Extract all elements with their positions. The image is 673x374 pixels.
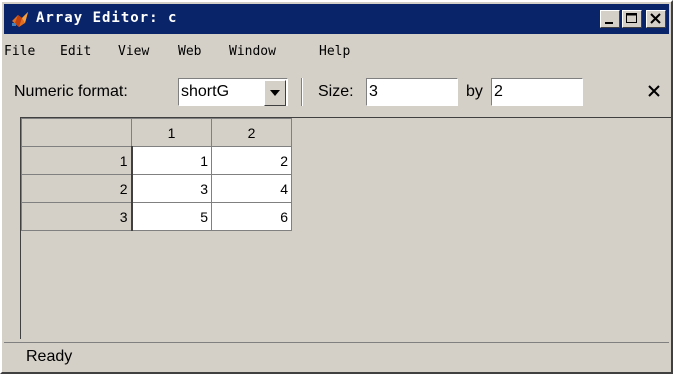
table-cell[interactable]: 4 (211, 174, 292, 203)
menu-window[interactable]: Window (229, 44, 276, 59)
cols-input[interactable]: 2 (491, 78, 583, 106)
minimize-icon (605, 22, 613, 24)
cols-value: 2 (494, 83, 503, 100)
status-text: Ready (26, 348, 73, 365)
table-cell[interactable]: 3 (131, 174, 212, 203)
table-cell[interactable]: 6 (211, 202, 292, 231)
menu-bar: File Edit View Web Window Help (4, 34, 669, 70)
close-icon[interactable] (647, 84, 661, 98)
column-header-row: 1 2 (21, 118, 292, 147)
dropdown-button[interactable] (264, 80, 286, 106)
title-bar[interactable]: Array Editor: c (4, 4, 669, 34)
rows-input[interactable]: 3 (366, 78, 458, 106)
size-label: Size: (318, 83, 354, 100)
toolbar: Numeric format: shortG Size: 3 by 2 (4, 74, 669, 112)
table-row: 2 3 4 (21, 174, 292, 203)
table-cell[interactable]: 5 (131, 202, 212, 231)
rows-value: 3 (369, 83, 378, 100)
maximize-icon (626, 13, 637, 23)
column-header[interactable]: 1 (131, 118, 212, 147)
table-cell[interactable]: 1 (131, 146, 212, 175)
row-header[interactable]: 2 (21, 174, 133, 203)
maximize-button[interactable] (622, 10, 642, 28)
menu-file[interactable]: File (4, 44, 35, 59)
minimize-button[interactable] (600, 10, 620, 28)
menu-web[interactable]: Web (178, 44, 201, 59)
menu-help[interactable]: Help (319, 44, 350, 59)
table-row: 3 5 6 (21, 202, 292, 231)
numeric-format-select[interactable]: shortG (178, 78, 288, 106)
array-editor-window: Array Editor: c File Edit View Web Windo… (0, 0, 673, 374)
menu-view[interactable]: View (118, 44, 149, 59)
table-cell[interactable]: 2 (211, 146, 292, 175)
table-row: 1 1 2 (21, 146, 292, 175)
close-icon (650, 13, 661, 24)
close-button[interactable] (646, 10, 666, 28)
numeric-format-value: shortG (181, 83, 230, 100)
chevron-down-icon (270, 90, 280, 96)
by-label: by (466, 83, 483, 100)
corner-header[interactable] (21, 118, 132, 147)
window-title: Array Editor: c (36, 10, 178, 26)
menu-edit[interactable]: Edit (60, 44, 91, 59)
status-bar: Ready (4, 342, 669, 371)
array-grid: 1 2 1 1 2 2 3 4 3 5 6 (21, 118, 292, 231)
array-grid-area: 1 2 1 1 2 2 3 4 3 5 6 (20, 117, 671, 339)
column-header[interactable]: 2 (211, 118, 292, 147)
row-header[interactable]: 1 (21, 146, 133, 175)
row-header[interactable]: 3 (21, 202, 133, 231)
numeric-format-label: Numeric format: (14, 83, 128, 100)
matlab-logo-icon (12, 12, 28, 27)
toolbar-separator (301, 78, 303, 106)
